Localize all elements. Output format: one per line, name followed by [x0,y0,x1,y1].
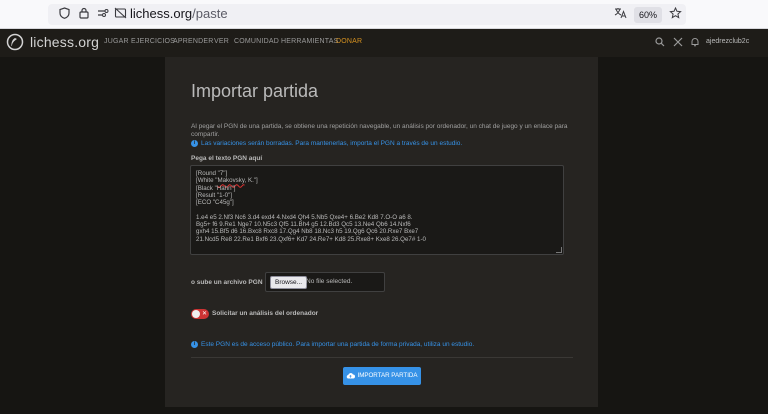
pgn-line: Bg5+ f6 9.Re1 Nge7 10.N5c3 Qf5 11.Bh4 g5… [196,221,411,229]
bookmark-star-icon[interactable] [667,6,683,23]
pgn-line: [Round "7"] [196,170,228,177]
public-note: i Este PGN es de acceso público. Para imp… [191,340,474,349]
pgn-line: 1.e4 e5 2.Nf3 Nc6 3.d4 exd4 4.Nxd4 Qh4 5… [196,213,413,221]
import-button-label: IMPORTAR PARTIDA [357,372,418,379]
import-panel: Importar partida Al pegar el PGN de una … [165,57,598,407]
shield-icon[interactable] [56,7,72,23]
site-header: lichess.org JUGAR EJERCICIOS APRENDER VE… [0,29,768,57]
public-note-text[interactable]: Este PGN es de acceso público. Para impo… [201,341,474,348]
upload-cloud-icon [347,372,356,379]
pgn-line: [Black "Hahn"] [196,184,236,192]
zoom-level[interactable]: 60% [634,7,662,23]
permissions-icon[interactable] [95,7,111,23]
import-button[interactable]: IMPORTAR PARTIDA [343,367,421,385]
nav-ver[interactable]: VER [214,38,229,45]
pgn-line: , K."] [244,177,258,185]
pgn-line: 21.Ncd5 Re8 22.Re1 Bxf6 23.Qxf6+ Kd7 24.… [196,235,426,243]
pgn-line: [White " [196,177,218,185]
pgn-line-misspelled: Makovsky [217,177,245,185]
file-status: No file selected. [306,278,353,285]
browser-toolbar: lichess.org/paste 60% [0,0,768,29]
url-bar[interactable]: lichess.org/paste 60% [48,4,686,25]
divider [191,357,573,358]
translate-icon[interactable] [612,7,628,23]
analysis-toggle[interactable]: ✕ [191,309,209,319]
pgn-line: [Result "1-0"] [196,191,233,199]
user-menu[interactable]: ajedrezclub2c [706,38,749,45]
info-icon: i [191,139,198,147]
analysis-label[interactable]: Solicitar un análisis del ordenador [212,310,318,317]
notification-bell-icon[interactable] [689,37,701,49]
url-text[interactable]: lichess.org/paste [130,5,228,23]
site-brand[interactable]: lichess.org [30,34,99,50]
lichess-logo-icon[interactable] [6,33,24,51]
nav-donar[interactable]: DONAR [336,38,362,45]
nav-aprender[interactable]: APRENDER [173,38,214,45]
challenge-icon[interactable] [672,37,684,49]
file-upload-label: o sube un archivo PGN [191,279,263,286]
pgn-label: Pega el texto PGN aquí [191,155,263,162]
toggle-off-icon: ✕ [202,311,208,317]
url-host: lichess.org [130,6,193,21]
variations-note-text[interactable]: Las variaciones serán borradas. Para man… [201,140,462,147]
pgn-textarea[interactable]: [Round "7"] [White "Makovsky, K."] [Blac… [190,165,564,255]
page-title: Importar partida [191,81,319,101]
nav-ejercicios[interactable]: EJERCICIOS [131,38,175,45]
intro-text: Al pegar el PGN de una partida, se obtie… [191,123,568,138]
pgn-line: gxh4 15.Bf5 d6 16.Bxc8 Rxc8 17.Qg4 Nb8 1… [196,228,419,236]
nav-herramientas[interactable]: HERRAMIENTAS [281,38,339,45]
url-path: /paste [192,6,228,21]
nav-jugar[interactable]: JUGAR [104,38,129,45]
pgn-line: [ECO "C45g"] [196,199,234,207]
info-icon: i [191,340,198,348]
toggle-knob [192,310,200,318]
search-icon[interactable] [654,37,666,49]
variations-note: i Las variaciones serán borradas. Para ma… [191,139,462,148]
tracking-off-icon[interactable] [112,7,128,23]
lock-icon[interactable] [76,7,92,23]
nav-comunidad[interactable]: COMUNIDAD [234,38,279,45]
textarea-resize-handle[interactable] [556,247,562,253]
file-input[interactable]: Browse... No file selected. [265,272,385,292]
browse-button[interactable]: Browse... [270,276,308,289]
